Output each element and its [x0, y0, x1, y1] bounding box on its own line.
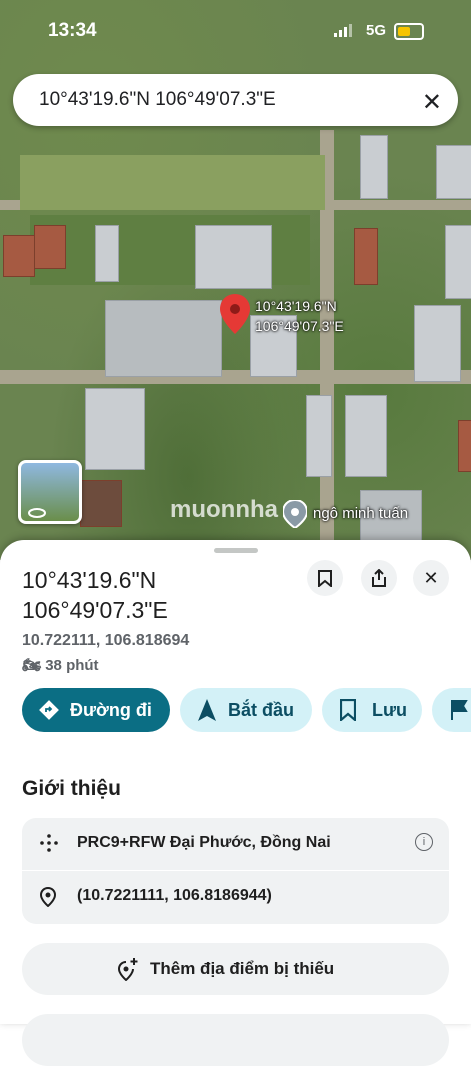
- location-pin-icon[interactable]: [220, 294, 250, 334]
- bookmark-icon: [340, 699, 356, 721]
- directions-button[interactable]: Đường đi: [22, 688, 170, 732]
- map-building: [360, 135, 388, 199]
- map-building: [458, 420, 471, 472]
- drag-handle[interactable]: [214, 548, 258, 553]
- map-building: [306, 395, 332, 477]
- pin-label-lng: 106°49'07.3"E: [255, 318, 344, 334]
- battery-icon: [394, 23, 424, 40]
- start-button[interactable]: Bắt đầu: [180, 688, 312, 732]
- signal-icon: [334, 24, 352, 37]
- map-building: [195, 225, 272, 289]
- street-view-thumbnail[interactable]: [18, 460, 82, 524]
- place-title: 10°43'19.6"N 106°49'07.3"E: [22, 565, 168, 625]
- directions-icon: [39, 700, 59, 720]
- map-building: [345, 395, 387, 477]
- map-building: [436, 145, 471, 199]
- action-buttons: Đường đi Bắt đầu Lưu: [22, 688, 471, 732]
- search-input[interactable]: 10°43'19.6"N 106°49'07.3"E: [39, 89, 276, 111]
- map-building: [34, 225, 66, 269]
- map-building: [85, 388, 145, 470]
- coordinates-text: (10.7221111, 106.8186944): [77, 887, 272, 904]
- coordinates-row[interactable]: (10.7221111, 106.8186944): [22, 871, 449, 923]
- add-missing-place-label: Thêm địa điểm bị thiếu: [150, 959, 335, 978]
- map-building: [95, 225, 119, 282]
- search-bar[interactable]: 10°43'19.6"N 106°49'07.3"E ✕: [13, 74, 458, 126]
- next-action-button[interactable]: [22, 1014, 449, 1066]
- plus-code-row[interactable]: PRC9+RFW Đại Phước, Đồng Nai i: [22, 818, 449, 870]
- street-view-icon: [28, 508, 46, 518]
- close-icon: ✕: [423, 568, 439, 588]
- map-building: [105, 300, 222, 377]
- navigation-arrow-icon: [198, 699, 216, 721]
- travel-time: 🏍 38 phút: [22, 656, 99, 674]
- start-label: Bắt đầu: [228, 700, 295, 720]
- place-title-lat: 10°43'19.6"N: [22, 567, 157, 593]
- pin-label-lat: 10°43'19.6"N: [255, 298, 337, 314]
- location-icon: [40, 887, 56, 907]
- bookmark-button[interactable]: [307, 560, 343, 596]
- motorbike-icon: 🏍: [22, 657, 42, 674]
- watermark: muonnha: [170, 496, 278, 523]
- travel-time-value: 38 phút: [45, 657, 99, 674]
- bookmark-icon: [318, 570, 332, 589]
- add-location-icon: [117, 958, 138, 981]
- map-road: [0, 370, 471, 384]
- plus-code-icon: [40, 834, 58, 852]
- flag-icon: [451, 700, 468, 720]
- network-type: 5G: [366, 22, 387, 39]
- add-missing-place-button[interactable]: Thêm địa điểm bị thiếu: [22, 943, 449, 995]
- map-building: [3, 235, 35, 277]
- info-icon[interactable]: i: [415, 833, 433, 851]
- about-card: PRC9+RFW Đại Phước, Đồng Nai i (10.72211…: [22, 818, 449, 924]
- map-field: [20, 155, 325, 210]
- status-bar: 13:34 5G: [0, 18, 471, 46]
- poi-label[interactable]: ngô minh tuấn: [313, 505, 408, 522]
- close-button[interactable]: ✕: [413, 560, 449, 596]
- place-sheet: 10°43'19.6"N 106°49'07.3"E ✕ 10.722111, …: [0, 540, 471, 1066]
- save-label: Lưu: [372, 700, 408, 720]
- flag-button[interactable]: [432, 688, 471, 732]
- decimal-coordinates: 10.722111, 106.818694: [22, 632, 190, 649]
- map-building: [80, 480, 122, 527]
- directions-label: Đường đi: [70, 700, 152, 720]
- poi-marker-icon[interactable]: [283, 500, 307, 528]
- share-button[interactable]: [361, 560, 397, 596]
- clear-search-icon[interactable]: ✕: [422, 88, 442, 117]
- map-building: [445, 225, 471, 299]
- pin-label: 10°43'19.6"N 106°49'07.3"E: [255, 296, 344, 336]
- share-icon: [372, 568, 386, 587]
- about-heading: Giới thiệu: [22, 777, 121, 800]
- plus-code-text: PRC9+RFW Đại Phước, Đồng Nai: [77, 834, 331, 851]
- save-button[interactable]: Lưu: [322, 688, 422, 732]
- place-title-lng: 106°49'07.3"E: [22, 597, 168, 623]
- map-building: [354, 228, 378, 285]
- map-building: [414, 305, 461, 382]
- status-time: 13:34: [48, 20, 97, 41]
